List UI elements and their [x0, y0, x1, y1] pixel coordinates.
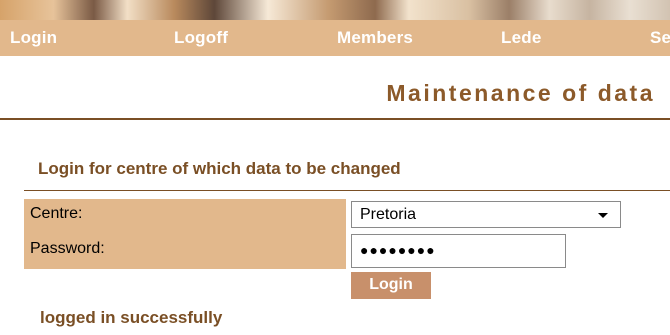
password-input[interactable]: ●●●●●●●●: [351, 234, 566, 268]
centre-label: Centre:: [30, 205, 83, 222]
section-divider: [24, 190, 670, 191]
title-divider: [0, 118, 670, 120]
centre-select[interactable]: Pretoria: [351, 201, 621, 228]
password-label: Password:: [30, 240, 105, 257]
top-navigation-bar: Login Logoff Members Lede Se: [0, 20, 670, 56]
login-button[interactable]: Login: [351, 272, 431, 299]
page-title: Maintenance of data: [386, 80, 655, 106]
password-masked-value: ●●●●●●●●: [360, 242, 436, 258]
nav-item-lede[interactable]: Lede: [501, 28, 541, 48]
centre-select-value: Pretoria: [360, 206, 417, 223]
nav-item-login[interactable]: Login: [10, 28, 57, 48]
login-section-heading: Login for centre of which data to be cha…: [38, 159, 401, 178]
nav-item-logoff[interactable]: Logoff: [174, 28, 228, 48]
nav-item-members[interactable]: Members: [337, 28, 413, 48]
chevron-down-icon: [598, 213, 608, 218]
login-status-message: logged in successfully: [40, 308, 223, 327]
header-banner-image: [0, 0, 670, 20]
nav-item-truncated[interactable]: Se: [650, 28, 670, 48]
